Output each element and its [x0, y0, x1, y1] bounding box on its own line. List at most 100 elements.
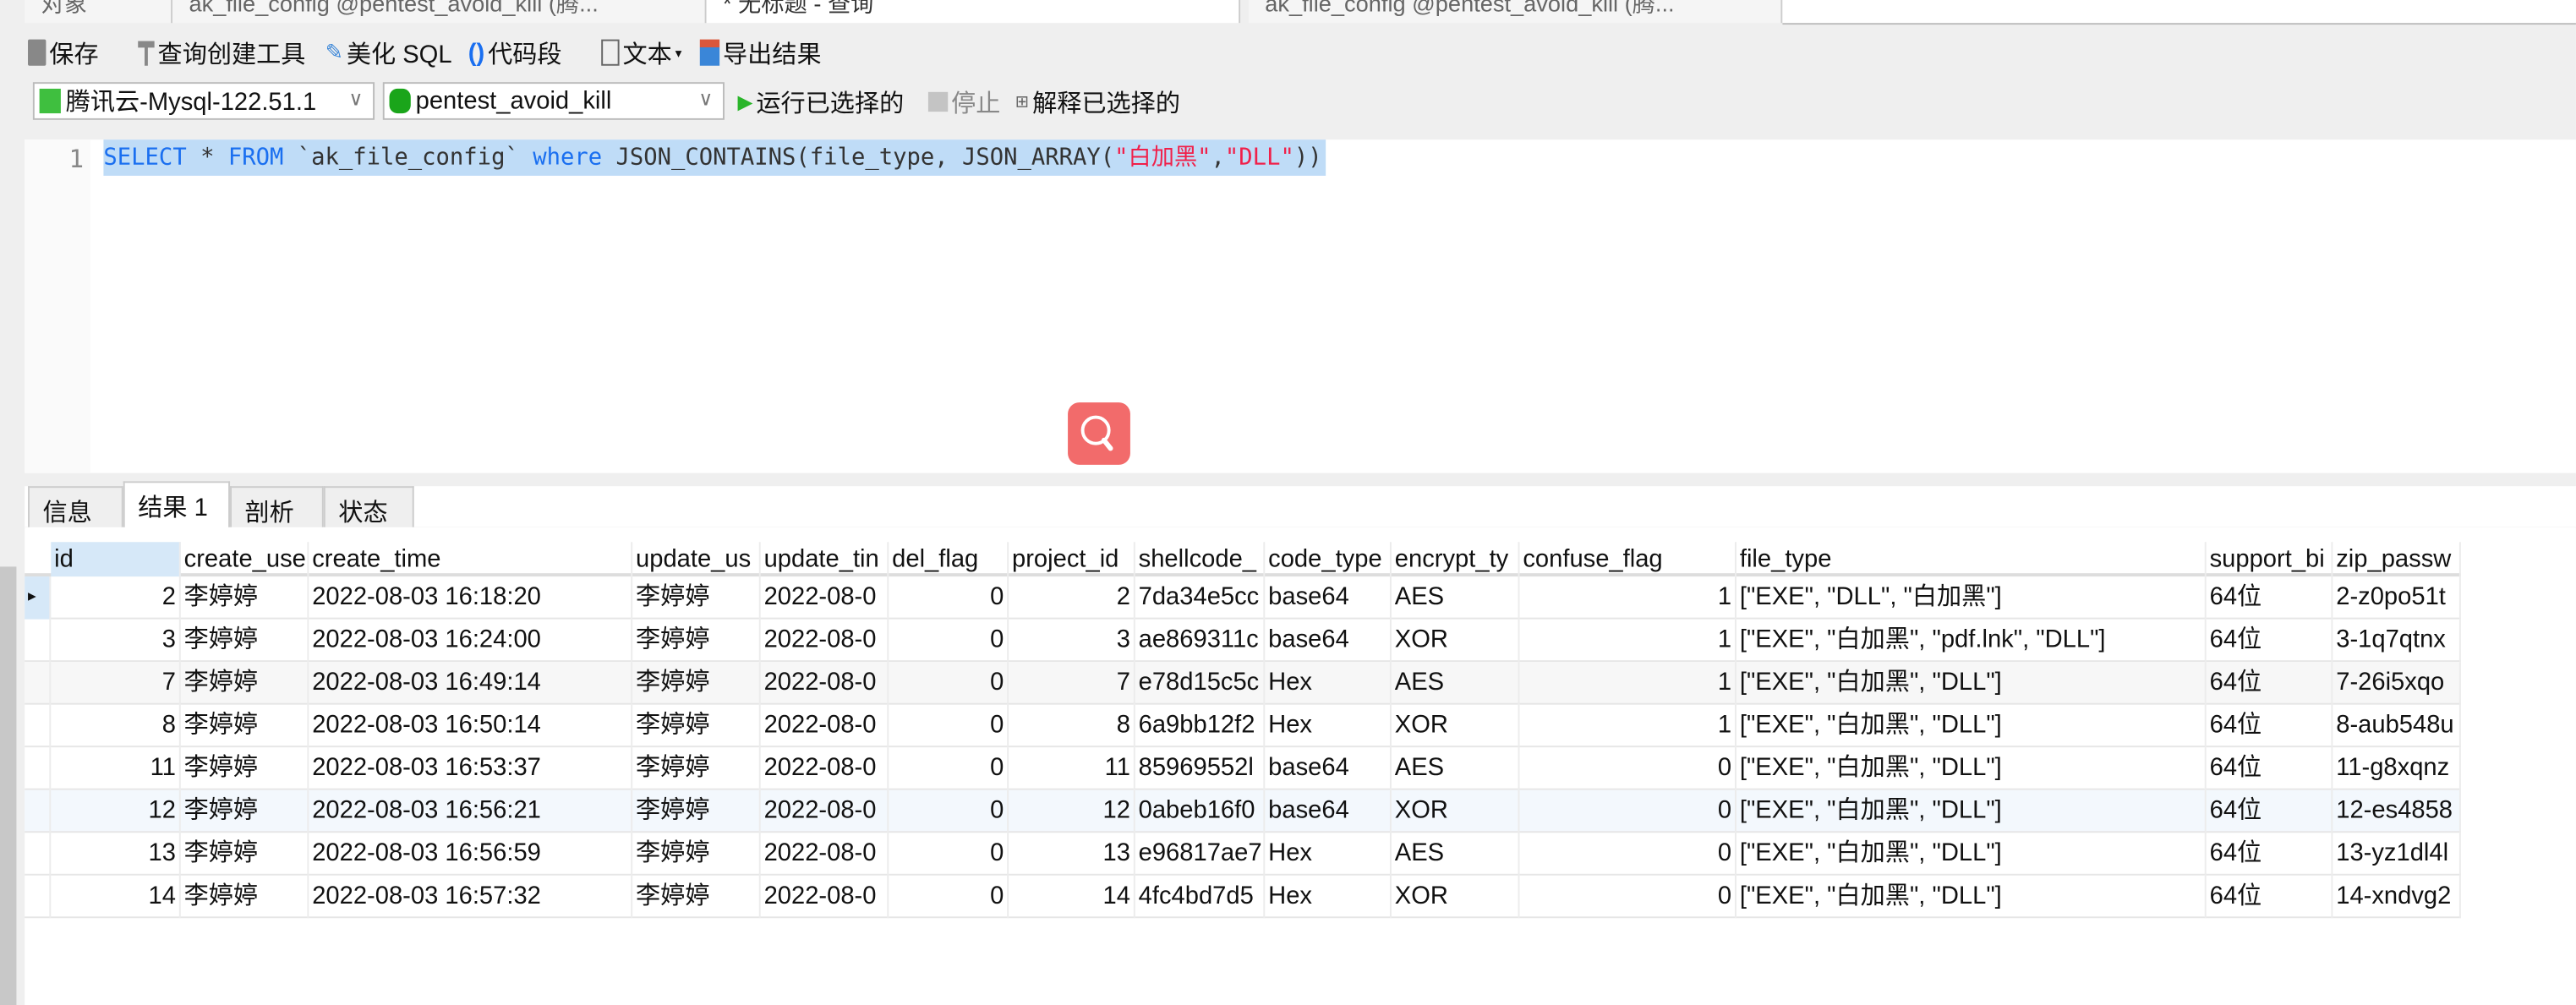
cell-create_use[interactable]: 李婷婷 [181, 619, 309, 663]
cell-support_bi[interactable]: 64位 [2207, 662, 2333, 705]
tab-untitled-query[interactable]: * 无标题 - 查询 [706, 0, 1241, 24]
connection-select[interactable]: 腾讯云-Mysql-122.51.1 ∨ [32, 82, 375, 120]
cell-zip_passw[interactable]: 7-26i5xqo [2333, 662, 2461, 705]
cell-confuse_flag[interactable]: 1 [1519, 704, 1736, 748]
column-header-create_time[interactable]: create_time [309, 542, 633, 577]
cell-encrypt_ty[interactable]: XOR [1392, 619, 1520, 663]
cell-support_bi[interactable]: 64位 [2207, 875, 2333, 919]
cell-code_type[interactable]: Hex [1265, 704, 1392, 748]
cell-update_us[interactable]: 李婷婷 [632, 619, 761, 663]
cell-confuse_flag[interactable]: 1 [1519, 662, 1736, 705]
row-gutter[interactable] [25, 833, 52, 876]
cell-project_id[interactable]: 12 [1009, 789, 1135, 833]
cell-zip_passw[interactable]: 11-g8xqnz [2333, 747, 2461, 790]
cell-file_type[interactable]: ["EXE", "白加黑", "DLL"] [1736, 833, 2207, 876]
cell-file_type[interactable]: ["EXE", "白加黑", "DLL"] [1736, 704, 2207, 748]
column-header-del_flag[interactable]: del_flag [889, 542, 1009, 577]
table-row[interactable]: 7 李婷婷 2022-08-03 16:49:14 李婷婷 2022-08-0 0 7 e78… [25, 662, 2461, 705]
cell-create_time[interactable]: 2022-08-03 16:24:00 [309, 619, 633, 663]
column-header-id[interactable]: id [51, 542, 181, 577]
cell-zip_passw[interactable]: 8-aub548u [2333, 704, 2461, 748]
cell-confuse_flag[interactable]: 0 [1519, 875, 1736, 919]
cell-update_tin[interactable]: 2022-08-0 [761, 747, 889, 790]
row-gutter[interactable] [25, 662, 52, 705]
cell-create_use[interactable]: 李婷婷 [181, 662, 309, 705]
cell-encrypt_ty[interactable]: AES [1392, 747, 1520, 790]
cell-del_flag[interactable]: 0 [889, 875, 1009, 919]
cell-project_id[interactable]: 11 [1009, 747, 1135, 790]
table-row[interactable]: ▸ 2 李婷婷 2022-08-03 16:18:20 李婷婷 2022-08-0 0 2 7d… [25, 576, 2461, 620]
sql-editor[interactable]: 1 SELECT * FROM `ak_file_config` where J… [25, 139, 2576, 473]
cell-project_id[interactable]: 14 [1009, 875, 1135, 919]
table-row[interactable]: 3 李婷婷 2022-08-03 16:24:00 李婷婷 2022-08-0 0 3 ae8… [25, 619, 2461, 663]
cell-update_tin[interactable]: 2022-08-0 [761, 619, 889, 663]
cell-confuse_flag[interactable]: 0 [1519, 747, 1736, 790]
tab-table-2[interactable]: ak_file_config @pentest_avoid_kill (腾... [1248, 0, 1783, 24]
column-header-update_tin[interactable]: update_tin [761, 542, 889, 577]
column-header-confuse_flag[interactable]: confuse_flag [1519, 542, 1736, 577]
cell-update_tin[interactable]: 2022-08-0 [761, 662, 889, 705]
cell-id[interactable]: 12 [51, 789, 181, 833]
cell-create_time[interactable]: 2022-08-03 16:57:32 [309, 875, 633, 919]
cell-del_flag[interactable]: 0 [889, 789, 1009, 833]
cell-zip_passw[interactable]: 2-z0po51t [2333, 576, 2461, 620]
cell-update_tin[interactable]: 2022-08-0 [761, 789, 889, 833]
row-gutter[interactable] [25, 789, 52, 833]
cell-shellcode_[interactable]: ae869311c [1135, 619, 1266, 663]
cell-create_time[interactable]: 2022-08-03 16:56:59 [309, 833, 633, 876]
column-header-create_use[interactable]: create_use [181, 542, 309, 577]
query-builder-button[interactable]: 查询创建工具 [138, 36, 305, 69]
cell-file_type[interactable]: ["EXE", "白加黑", "DLL"] [1736, 662, 2207, 705]
cell-support_bi[interactable]: 64位 [2207, 789, 2333, 833]
cell-encrypt_ty[interactable]: AES [1392, 662, 1520, 705]
tab-info[interactable]: 信息 [28, 486, 123, 527]
cell-file_type[interactable]: ["EXE", "白加黑", "DLL"] [1736, 789, 2207, 833]
cell-zip_passw[interactable]: 3-1q7qtnx [2333, 619, 2461, 663]
cell-file_type[interactable]: ["EXE", "DLL", "白加黑"] [1736, 576, 2207, 620]
cell-code_type[interactable]: base64 [1265, 576, 1392, 620]
column-header-zip_passw[interactable]: zip_passw [2333, 542, 2461, 577]
cell-del_flag[interactable]: 0 [889, 747, 1009, 790]
cell-del_flag[interactable]: 0 [889, 833, 1009, 876]
cell-update_us[interactable]: 李婷婷 [632, 875, 761, 919]
cell-encrypt_ty[interactable]: XOR [1392, 704, 1520, 748]
cell-code_type[interactable]: Hex [1265, 662, 1392, 705]
cell-zip_passw[interactable]: 13-yz1dl4l [2333, 833, 2461, 876]
cell-support_bi[interactable]: 64位 [2207, 747, 2333, 790]
cell-encrypt_ty[interactable]: XOR [1392, 789, 1520, 833]
column-header-project_id[interactable]: project_id [1009, 542, 1135, 577]
cell-shellcode_[interactable]: 6a9bb12f2 [1135, 704, 1266, 748]
code-snippet-button[interactable]: () 代码段 [468, 36, 562, 69]
result-grid[interactable]: id create_use create_time update_us update_t… [25, 527, 2576, 1005]
cell-file_type[interactable]: ["EXE", "白加黑", "pdf.lnk", "DLL"] [1736, 619, 2207, 663]
tab-objects[interactable]: 对象 [25, 0, 173, 24]
cell-update_us[interactable]: 李婷婷 [632, 662, 761, 705]
cell-update_tin[interactable]: 2022-08-0 [761, 576, 889, 620]
cell-shellcode_[interactable]: 7da34e5cc [1135, 576, 1266, 620]
table-row[interactable]: 11 李婷婷 2022-08-03 16:53:37 李婷婷 2022-08-0 0 11 8… [25, 747, 2461, 790]
column-header-encrypt_ty[interactable]: encrypt_ty [1392, 542, 1520, 577]
cell-update_us[interactable]: 李婷婷 [632, 833, 761, 876]
cell-create_use[interactable]: 李婷婷 [181, 747, 309, 790]
cell-support_bi[interactable]: 64位 [2207, 619, 2333, 663]
row-gutter[interactable] [25, 619, 52, 663]
cell-file_type[interactable]: ["EXE", "白加黑", "DLL"] [1736, 747, 2207, 790]
search-float-button[interactable] [1068, 402, 1130, 465]
database-select[interactable]: pentest_avoid_kill ∨ [382, 82, 725, 120]
cell-support_bi[interactable]: 64位 [2207, 704, 2333, 748]
cell-support_bi[interactable]: 64位 [2207, 576, 2333, 620]
table-row[interactable]: 12 李婷婷 2022-08-03 16:56:21 李婷婷 2022-08-0 0 12 0… [25, 789, 2461, 833]
save-button[interactable]: 保存 [28, 36, 99, 69]
tab-table-1[interactable]: ak_file_config @pentest_avoid_kill (腾... [172, 0, 707, 24]
row-gutter[interactable] [25, 704, 52, 748]
cell-del_flag[interactable]: 0 [889, 704, 1009, 748]
tab-status[interactable]: 状态 [323, 486, 414, 527]
cell-confuse_flag[interactable]: 0 [1519, 833, 1736, 876]
cell-file_type[interactable]: ["EXE", "白加黑", "DLL"] [1736, 875, 2207, 919]
cell-encrypt_ty[interactable]: XOR [1392, 875, 1520, 919]
cell-project_id[interactable]: 2 [1009, 576, 1135, 620]
cell-del_flag[interactable]: 0 [889, 619, 1009, 663]
vertical-scrollbar[interactable] [0, 566, 17, 1005]
cell-id[interactable]: 11 [51, 747, 181, 790]
cell-update_us[interactable]: 李婷婷 [632, 747, 761, 790]
